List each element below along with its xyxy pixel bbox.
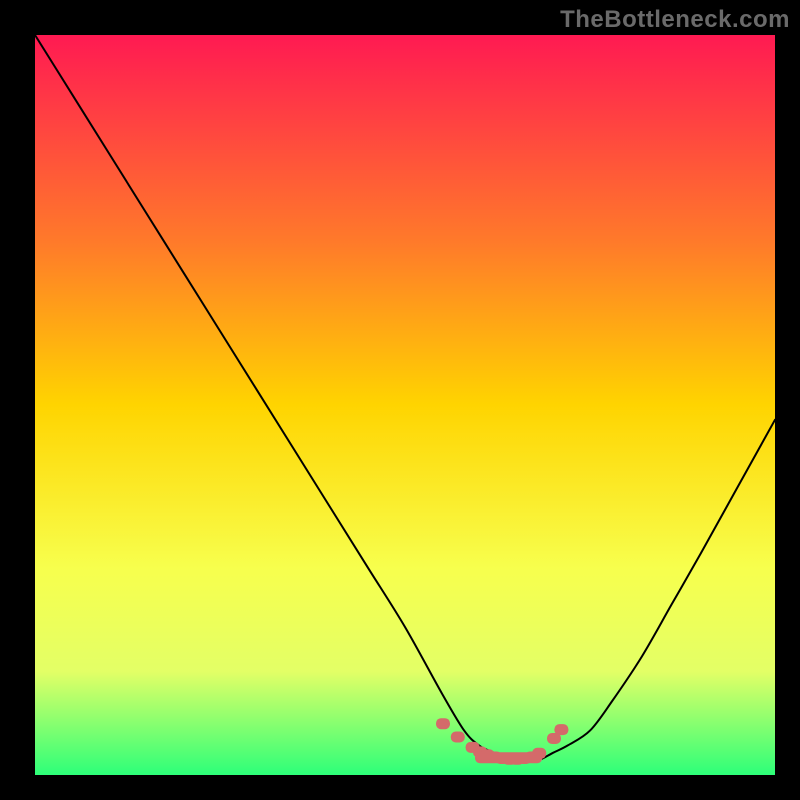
marker-bridge — [475, 752, 542, 763]
marker-dot — [451, 732, 465, 743]
watermark-text: TheBottleneck.com — [560, 6, 790, 34]
chart-stage: { "watermark": "TheBottleneck.com", "col… — [0, 0, 800, 800]
chart-svg — [0, 0, 800, 800]
marker-dot — [436, 718, 450, 729]
marker-dot — [554, 724, 568, 735]
plot-background — [35, 35, 775, 775]
